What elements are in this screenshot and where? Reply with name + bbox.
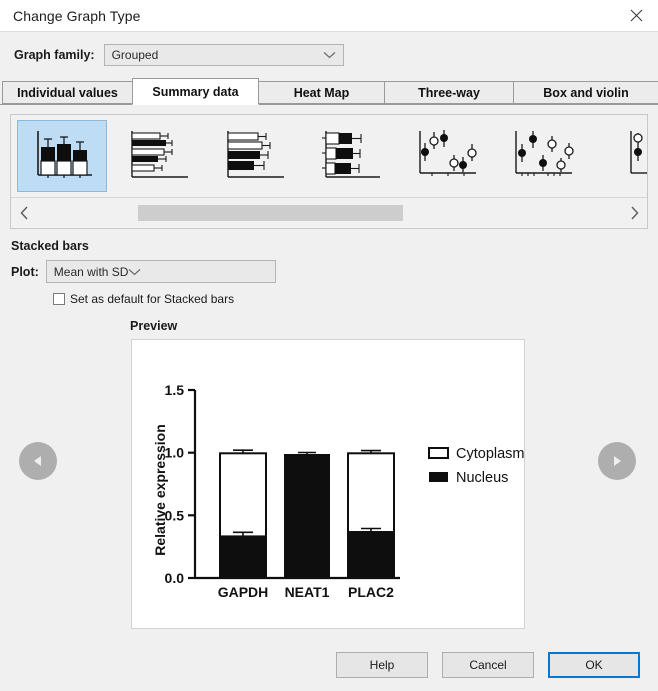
thumbnail-stacked-bars-vertical[interactable] [17,120,107,192]
tab-three-way[interactable]: Three-way [384,81,514,104]
chevron-right-icon[interactable] [621,206,647,220]
svg-text:1.0: 1.0 [165,445,185,461]
next-arrow-icon [609,453,625,469]
thumbnail-scatter-partial[interactable] [593,120,647,192]
plot-label: Plot: [11,264,39,279]
plot-select[interactable]: Mean with SD [45,260,276,283]
thumbnail-grouped-bars-horizontal[interactable] [113,120,203,192]
ok-button[interactable]: OK [548,652,640,678]
svg-text:1.5: 1.5 [165,382,185,398]
close-icon [630,9,643,22]
svg-text:0.5: 0.5 [165,507,185,523]
svg-text:NEAT1: NEAT1 [285,584,330,600]
preview-area: Relative expression 0.0 0.5 1.0 1.5 GAPD… [0,339,658,635]
graph-type-gallery [10,114,648,229]
set-default-label[interactable]: Set as default for Stacked bars [70,292,234,306]
close-button[interactable] [614,0,658,31]
graph-family-label: Graph family: [14,48,95,62]
svg-text:PLAC2: PLAC2 [348,584,394,600]
cancel-button[interactable]: Cancel [442,652,534,678]
plot-value: Mean with SD [53,264,129,279]
thumbnail-scatter-with-error-bars[interactable] [401,120,491,192]
gallery-scroll-track[interactable] [37,205,621,221]
dialog-footer: Help Cancel OK [0,639,658,691]
graph-type-thumbnail-strip [11,115,647,197]
plot-row: Plot: Mean with SD [11,260,658,283]
tab-box-and-violin[interactable]: Box and violin [513,81,658,104]
set-default-row: Set as default for Stacked bars [53,292,658,306]
preview-chart: Relative expression 0.0 0.5 1.0 1.5 GAPD… [152,382,524,600]
tab-individual-values[interactable]: Individual values [2,81,133,104]
chevron-down-icon [323,48,336,62]
thumbnail-stacked-bars-horizontal[interactable] [305,120,395,192]
svg-text:GAPDH: GAPDH [218,584,269,600]
dialog-title: Change Graph Type [13,7,141,24]
chevron-down-icon [128,265,141,279]
tab-bar: Individual values Summary data Heat Map … [0,77,658,105]
graph-family-row: Graph family: Grouped [0,32,658,66]
thumbnail-scatter-with-error-bars-alt[interactable] [497,120,587,192]
tab-heat-map[interactable]: Heat Map [258,81,385,104]
set-default-checkbox[interactable] [53,293,65,305]
previous-graph-button[interactable] [19,442,57,480]
chevron-left-icon[interactable] [11,206,37,220]
gallery-scrollbar [11,197,647,228]
graph-family-select[interactable]: Grouped [103,44,344,66]
tab-summary-data[interactable]: Summary data [132,78,259,105]
svg-text:Cytoplasm: Cytoplasm [456,446,524,462]
graph-family-value: Grouped [111,48,159,62]
section-title-stacked-bars: Stacked bars [11,239,89,253]
preview-title: Preview [130,319,178,333]
dialog-titlebar: Change Graph Type [0,0,658,32]
next-graph-button[interactable] [598,442,636,480]
help-button[interactable]: Help [336,652,428,678]
svg-text:Nucleus: Nucleus [456,470,508,486]
preview-chart-panel: Relative expression 0.0 0.5 1.0 1.5 GAPD… [131,339,525,629]
gallery-scroll-thumb[interactable] [138,205,403,221]
svg-text:0.0: 0.0 [165,570,185,586]
thumbnail-interleaved-bars-horizontal[interactable] [209,120,299,192]
prev-arrow-icon [30,453,46,469]
